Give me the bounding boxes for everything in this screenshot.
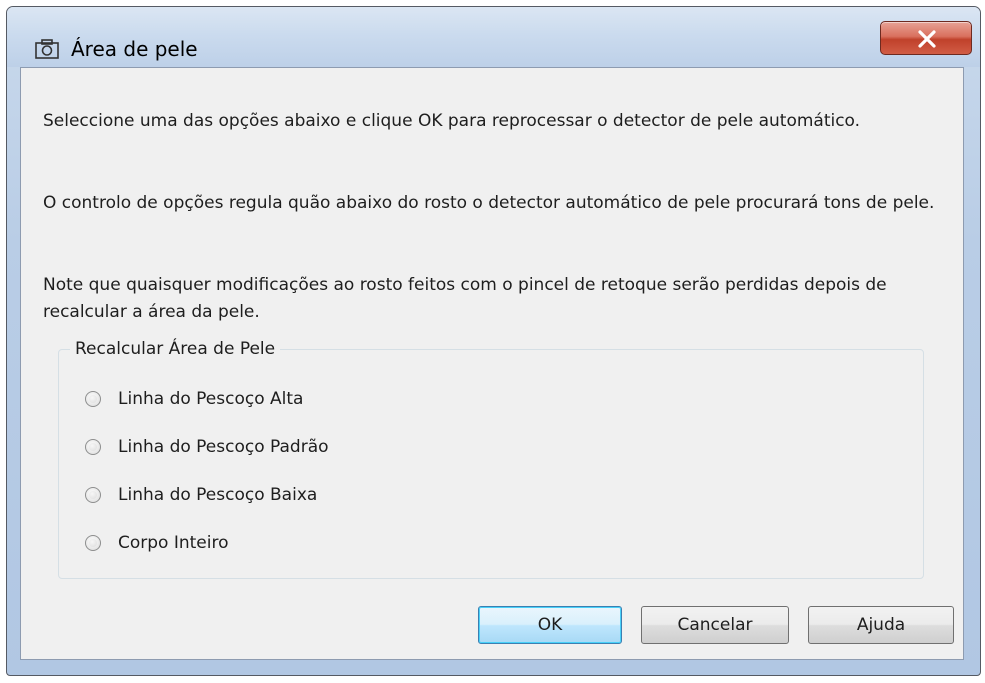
radio-option-full-body[interactable]: Corpo Inteiro — [85, 530, 229, 556]
radio-label[interactable]: Linha do Pescoço Alta — [118, 387, 303, 411]
close-button[interactable] — [880, 21, 972, 55]
radio-option-neckline-low[interactable]: Linha do Pescoço Baixa — [85, 482, 317, 508]
radio-button[interactable] — [85, 391, 101, 407]
warning-text: Note que quaisquer modificações ao rosto… — [43, 275, 887, 322]
help-button[interactable]: Ajuda — [808, 606, 954, 644]
window-title: Área de pele — [71, 37, 198, 61]
radio-option-neckline-default[interactable]: Linha do Pescoço Padrão — [85, 434, 329, 460]
ok-button[interactable]: OK — [478, 606, 622, 644]
group-title: Recalcular Área de Pele — [70, 337, 281, 361]
recalculate-skin-area-group: Recalcular Área de Pele Linha do Pescoço… — [58, 337, 924, 579]
radio-label[interactable]: Corpo Inteiro — [118, 531, 229, 555]
camera-icon — [35, 39, 59, 59]
radio-button[interactable] — [85, 439, 101, 455]
radio-label[interactable]: Linha do Pescoço Padrão — [118, 435, 329, 459]
dialog-body: Seleccione uma das opções abaixo e cliqu… — [20, 67, 964, 660]
radio-button[interactable] — [85, 535, 101, 551]
dialog-window: Área de pele Seleccione uma das opções a… — [6, 6, 981, 676]
title-bar[interactable]: Área de pele — [7, 7, 980, 67]
options-description-text: O controlo de opções regula quão abaixo … — [43, 193, 935, 213]
cancel-button[interactable]: Cancelar — [641, 606, 789, 644]
radio-button[interactable] — [85, 487, 101, 503]
close-icon — [918, 30, 936, 48]
radio-option-neckline-high[interactable]: Linha do Pescoço Alta — [85, 386, 303, 412]
instruction-text: Seleccione uma das opções abaixo e cliqu… — [43, 111, 861, 131]
radio-label[interactable]: Linha do Pescoço Baixa — [118, 483, 317, 507]
